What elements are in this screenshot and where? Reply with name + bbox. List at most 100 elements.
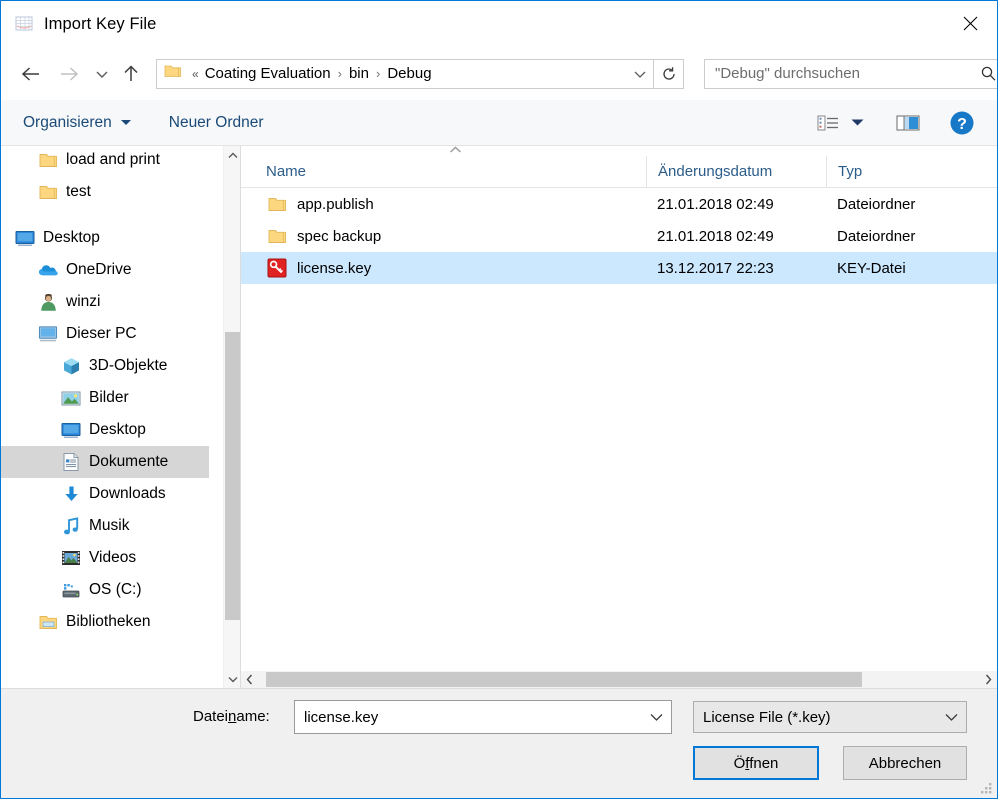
breadcrumb-item-1[interactable]: bin bbox=[347, 65, 371, 82]
chevron-down-icon bbox=[120, 120, 131, 125]
sidebar-item-test[interactable]: test bbox=[1, 176, 209, 208]
sidebar-item-label: Desktop bbox=[43, 229, 100, 246]
sidebar-item-label: Dieser PC bbox=[66, 325, 137, 342]
libraries-icon bbox=[38, 612, 58, 632]
file-date-cell: 21.01.2018 02:49 bbox=[657, 195, 774, 213]
svg-text:?: ? bbox=[957, 116, 967, 133]
chevron-left-icon[interactable] bbox=[241, 671, 258, 688]
breadcrumb-item-2[interactable]: Debug bbox=[385, 65, 433, 82]
videos-icon bbox=[61, 548, 81, 568]
chevron-down-icon[interactable] bbox=[627, 60, 653, 88]
filename-value[interactable]: license.key bbox=[304, 709, 641, 726]
open-label-pre: Ö bbox=[733, 754, 746, 772]
list-view-icon[interactable] bbox=[811, 107, 845, 139]
sidebar-item-winzi[interactable]: winzi bbox=[1, 286, 209, 318]
help-icon[interactable]: ? bbox=[945, 107, 979, 139]
sidebar-item-downloads[interactable]: Downloads bbox=[1, 478, 209, 510]
sidebar-item-desktop[interactable]: Desktop bbox=[1, 222, 209, 254]
toolbar-right-group: ? bbox=[811, 107, 979, 139]
breadcrumb-item-0[interactable]: Coating Evaluation bbox=[203, 65, 333, 82]
sidebar-item-bibliotheken[interactable]: Bibliotheken bbox=[1, 606, 209, 638]
chevron-down-icon[interactable] bbox=[936, 713, 966, 722]
up-button[interactable] bbox=[116, 57, 146, 91]
filename-input[interactable]: license.key bbox=[294, 700, 672, 734]
sidebar-item-bilder[interactable]: Bilder bbox=[1, 382, 209, 414]
new-folder-button[interactable]: Neuer Ordner bbox=[169, 114, 264, 132]
sidebar-vertical-scrollbar[interactable] bbox=[223, 146, 240, 688]
cancel-label: Abbrechen bbox=[868, 754, 942, 772]
address-bar[interactable]: « Coating Evaluation › bin › Debug bbox=[156, 58, 654, 89]
title-bar: Import Key File bbox=[1, 1, 997, 47]
column-header-type[interactable]: Typ bbox=[826, 155, 997, 188]
view-options-chevron-down-icon[interactable] bbox=[845, 107, 869, 139]
desktop-icon bbox=[61, 420, 81, 440]
file-type-filter-select[interactable]: License File (*.key) bbox=[693, 701, 967, 733]
sidebar-item-dieser-pc[interactable]: Dieser PC bbox=[1, 318, 209, 350]
breadcrumb-separator[interactable]: › bbox=[371, 66, 385, 81]
column-header-name[interactable]: Name bbox=[241, 156, 646, 188]
sidebar-item-musik[interactable]: Musik bbox=[1, 510, 209, 542]
this-pc-icon bbox=[38, 324, 58, 344]
file-pane-horizontal-scrollbar[interactable] bbox=[241, 671, 997, 688]
sidebar-item-label: test bbox=[66, 183, 91, 200]
breadcrumb-separator[interactable]: › bbox=[333, 66, 347, 81]
preview-pane-icon[interactable] bbox=[891, 107, 925, 139]
table-row[interactable]: spec backup 21.01.2018 02:49 Dateiordner bbox=[241, 220, 997, 252]
file-name-cell: app.publish bbox=[241, 194, 646, 214]
file-date-cell: 21.01.2018 02:49 bbox=[657, 227, 774, 245]
back-button[interactable] bbox=[14, 57, 48, 91]
scrollbar-thumb[interactable] bbox=[225, 332, 240, 620]
command-toolbar: Organisieren Neuer Ordner ? bbox=[1, 100, 997, 146]
sidebar-item-label: Dokumente bbox=[89, 453, 169, 470]
open-button[interactable]: Öffnen bbox=[693, 746, 819, 780]
refresh-icon[interactable] bbox=[654, 58, 684, 89]
sidebar-item-onedrive[interactable]: OneDrive bbox=[1, 254, 209, 286]
organize-button[interactable]: Organisieren bbox=[23, 114, 131, 132]
sidebar-item-load-and-print[interactable]: load and print bbox=[1, 146, 209, 176]
file-type-filter-value: License File (*.key) bbox=[703, 708, 831, 726]
scrollbar-track[interactable] bbox=[258, 671, 980, 688]
sidebar-item-videos[interactable]: Videos bbox=[1, 542, 209, 574]
close-button[interactable] bbox=[943, 1, 997, 45]
folder-icon bbox=[164, 63, 182, 84]
new-folder-label: Neuer Ordner bbox=[168, 113, 264, 131]
recent-locations-button[interactable] bbox=[90, 57, 114, 91]
navigation-bar: « Coating Evaluation › bin › Debug "Debu… bbox=[1, 47, 997, 100]
chevron-down-icon[interactable] bbox=[224, 670, 240, 688]
table-row[interactable]: app.publish 21.01.2018 02:49 Dateiordner bbox=[241, 188, 997, 220]
key-file-icon bbox=[266, 258, 288, 278]
filename-label-pre: Datei bbox=[193, 708, 229, 725]
file-name-label: spec backup bbox=[297, 227, 382, 245]
breadcrumb-overflow[interactable]: « bbox=[188, 67, 203, 81]
sidebar-item-label: Downloads bbox=[89, 485, 166, 502]
chevron-down-icon[interactable] bbox=[641, 713, 671, 722]
file-name-cell: spec backup bbox=[241, 226, 646, 246]
filename-label: Dateiname: bbox=[193, 708, 270, 725]
sidebar-item-label: Desktop bbox=[89, 421, 146, 438]
sidebar-item-label: Bibliotheken bbox=[66, 613, 151, 630]
sidebar-item-label: Bilder bbox=[89, 389, 129, 406]
folder-icon bbox=[38, 182, 58, 202]
search-icon[interactable] bbox=[973, 65, 997, 82]
table-row[interactable]: license.key 13.12.2017 22:23 KEY-Datei bbox=[241, 252, 997, 284]
downloads-icon bbox=[61, 484, 81, 504]
sidebar-item-label: 3D-Objekte bbox=[89, 357, 168, 374]
sidebar-item-desktop[interactable]: Desktop bbox=[1, 414, 209, 446]
scrollbar-thumb[interactable] bbox=[266, 672, 862, 687]
cancel-button[interactable]: Abbrechen bbox=[843, 746, 967, 780]
column-header-date[interactable]: Änderungsdatum bbox=[646, 155, 826, 188]
folder-icon bbox=[38, 150, 58, 170]
sidebar-item-dokumente[interactable]: Dokumente bbox=[1, 446, 209, 478]
search-input[interactable]: "Debug" durchsuchen bbox=[704, 58, 997, 89]
folder-icon bbox=[266, 226, 288, 246]
file-name-label: app.publish bbox=[297, 195, 374, 213]
sidebar-item-label: load and print bbox=[66, 151, 160, 168]
sidebar-item-label: winzi bbox=[66, 293, 101, 310]
sort-ascending-icon bbox=[448, 146, 462, 156]
resize-grip-icon[interactable] bbox=[979, 781, 993, 795]
forward-button[interactable] bbox=[52, 57, 86, 91]
chevron-up-icon[interactable] bbox=[224, 146, 240, 164]
sidebar-item-3d-objekte[interactable]: 3D-Objekte bbox=[1, 350, 209, 382]
sidebar-item-os-c[interactable]: OS (C:) bbox=[1, 574, 209, 606]
chevron-right-icon[interactable] bbox=[980, 671, 997, 688]
